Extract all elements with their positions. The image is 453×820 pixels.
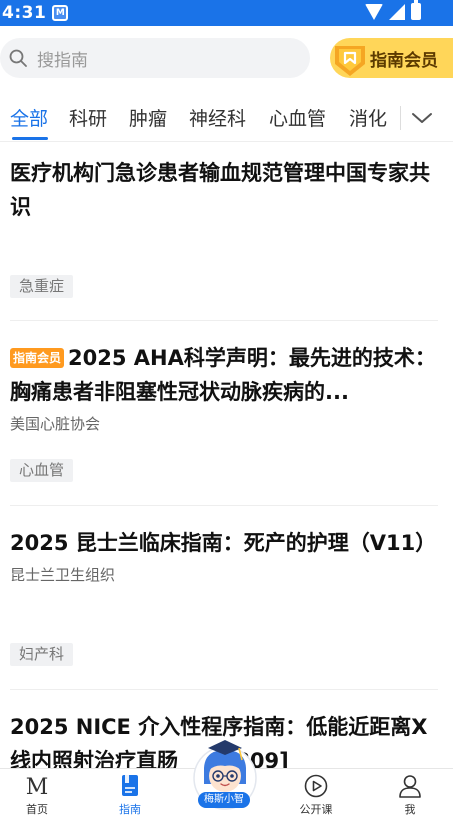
article-tag: 妇产科 bbox=[10, 643, 74, 666]
search-placeholder: 搜指南 bbox=[37, 50, 88, 71]
nav-me[interactable]: 我 bbox=[375, 769, 445, 820]
divider bbox=[10, 689, 438, 690]
tab-cardiovascular[interactable]: 心血管 bbox=[269, 104, 326, 131]
vip-diamond-icon bbox=[332, 38, 368, 78]
status-time: 4:31 bbox=[2, 3, 47, 23]
nav-me-label: 我 bbox=[404, 803, 416, 816]
tab-oncology[interactable]: 肿瘤 bbox=[129, 104, 167, 131]
guide-book-icon bbox=[122, 775, 138, 796]
vip-badge: 指南会员 bbox=[10, 348, 65, 368]
vip-label: 指南会员 bbox=[370, 50, 438, 71]
article-card[interactable]: 指南会员 2025 AHA科学声明：最先进的技术：胸痛患者非阻塞性冠状动脉疾病的.… bbox=[10, 341, 438, 491]
tab-neurology[interactable]: 神经科 bbox=[189, 104, 246, 131]
article-title-text: 2025 AHA科学声明：最先进的技术：胸痛患者非阻塞性冠状动脉疾病的... bbox=[10, 346, 436, 404]
tab-digestive[interactable]: 消化 bbox=[349, 104, 387, 131]
article-org: 美国心脏协会 bbox=[10, 415, 101, 433]
status-indicators bbox=[365, 0, 421, 20]
nav-home[interactable]: M 首页 bbox=[2, 769, 72, 820]
battery-icon bbox=[411, 0, 421, 20]
tab-divider bbox=[400, 106, 401, 130]
signal-icon bbox=[389, 3, 405, 20]
article-org: 昆士兰卫生组织 bbox=[10, 566, 116, 584]
nav-open-course-label: 公开课 bbox=[299, 803, 333, 816]
nav-open-course[interactable]: 公开课 bbox=[281, 769, 351, 820]
search-input[interactable]: 搜指南 bbox=[0, 38, 310, 78]
tab-research[interactable]: 科研 bbox=[69, 104, 107, 131]
divider bbox=[10, 320, 438, 321]
nav-guide[interactable]: 指南 bbox=[95, 769, 165, 820]
vip-button[interactable]: 指南会员 bbox=[330, 38, 453, 78]
svg-text:M: M bbox=[26, 775, 49, 799]
status-bar: 4:31 M bbox=[0, 0, 453, 26]
chevron-down-icon[interactable] bbox=[410, 108, 434, 128]
article-title: 医疗机构门急诊患者输血规范管理中国专家共识 bbox=[10, 161, 430, 219]
nav-guide-label: 指南 bbox=[119, 803, 141, 816]
home-m-icon: M bbox=[26, 775, 49, 799]
article-tag: 心血管 bbox=[10, 459, 74, 482]
play-circle-icon bbox=[304, 774, 328, 798]
divider bbox=[10, 505, 438, 506]
search-icon bbox=[9, 49, 27, 67]
article-title: 2025 昆士兰临床指南：死产的护理（V11） bbox=[10, 531, 437, 555]
article-title: 指南会员 2025 AHA科学声明：最先进的技术：胸痛患者非阻塞性冠状动脉疾病的.… bbox=[10, 341, 438, 409]
article-card[interactable]: 医疗机构门急诊患者输血规范管理中国专家共识 急重症 bbox=[10, 156, 438, 306]
mascot-label: 梅斯小智 bbox=[198, 792, 250, 808]
tab-all[interactable]: 全部 bbox=[10, 104, 48, 131]
nav-home-label: 首页 bbox=[26, 803, 48, 816]
article-tag: 急重症 bbox=[10, 275, 74, 298]
wifi-icon bbox=[365, 3, 383, 20]
active-tab-indicator bbox=[12, 137, 48, 140]
user-icon bbox=[399, 775, 421, 798]
app-notification-icon: M bbox=[52, 5, 69, 21]
article-card[interactable]: 2025 昆士兰临床指南：死产的护理（V11） 昆士兰卫生组织 妇产科 bbox=[10, 526, 438, 676]
category-tabs: 全部 科研 肿瘤 神经科 心血管 消化 bbox=[0, 100, 453, 142]
